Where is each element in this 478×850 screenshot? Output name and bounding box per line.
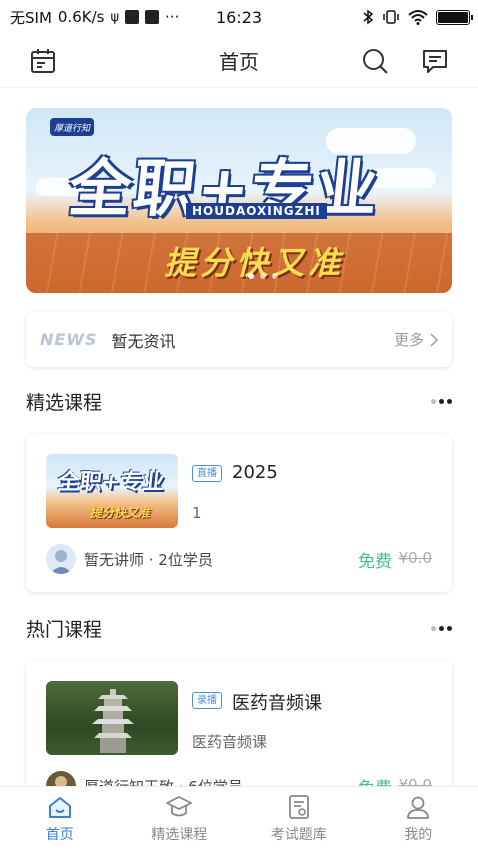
more-dots-icon[interactable] bbox=[431, 626, 452, 631]
page-title: 首页 bbox=[219, 50, 259, 74]
course-thumbnail: 全职+专业 提分快又准 bbox=[46, 454, 178, 528]
notification-icon bbox=[125, 10, 140, 24]
exam-icon bbox=[288, 794, 309, 819]
more-dots-icon[interactable] bbox=[431, 399, 452, 404]
news-more-link[interactable]: 更多 bbox=[394, 329, 438, 350]
thumb-headline: 全职+专业 bbox=[56, 470, 166, 495]
usb-icon: ψ bbox=[110, 9, 120, 25]
news-bar[interactable]: NEWS 暂无资讯 更多 bbox=[26, 312, 452, 367]
hot-section-title: 热门课程 bbox=[26, 619, 103, 641]
promo-banner[interactable]: 厚道行知 全职+专业 HOUDAOXINGZHI 提分快又准 bbox=[26, 108, 452, 293]
app-header: 首页 bbox=[0, 34, 478, 88]
tab-label: 精选课程 bbox=[151, 826, 208, 843]
news-text: 暂无资讯 bbox=[111, 331, 176, 351]
news-tag: NEWS bbox=[40, 330, 98, 349]
tab-label: 首页 bbox=[45, 826, 74, 843]
bottom-tab-bar: 首页 精选课程 考试题库 我的 bbox=[0, 786, 478, 850]
more-notifications: ··· bbox=[165, 8, 180, 26]
tab-home[interactable]: 首页 bbox=[0, 787, 120, 850]
teacher-avatar bbox=[46, 544, 76, 574]
course-description: 医药音频课 bbox=[192, 733, 268, 751]
course-thumbnail bbox=[46, 681, 178, 755]
network-speed: 0.6K/s bbox=[57, 8, 105, 26]
featured-section-title: 精选课程 bbox=[26, 392, 103, 414]
tab-profile[interactable]: 我的 bbox=[359, 787, 478, 850]
carrier-label: 无SIM bbox=[10, 8, 52, 27]
news-more-label: 更多 bbox=[393, 331, 424, 349]
featured-course-card[interactable]: 全职+专业 提分快又准 直播 2025 1 暂无讲师 · 2位学员 免费 ¥0.… bbox=[26, 434, 452, 592]
tab-label: 考试题库 bbox=[270, 826, 327, 843]
wifi-icon bbox=[408, 10, 428, 25]
chevron-right-icon bbox=[430, 332, 438, 347]
banner-logo: 厚道行知 bbox=[50, 118, 94, 136]
search-icon[interactable] bbox=[360, 46, 390, 76]
carousel-dot[interactable] bbox=[272, 273, 278, 279]
clock: 16:23 bbox=[215, 7, 263, 27]
carousel-dot[interactable] bbox=[260, 273, 266, 279]
course-title: 2025 bbox=[232, 462, 278, 483]
vibrate-icon bbox=[383, 10, 399, 24]
status-bar: 无SIM 0.6K/s ψ ··· 16:23 bbox=[0, 0, 478, 34]
pagoda-image bbox=[92, 689, 134, 753]
calendar-icon[interactable] bbox=[28, 46, 58, 76]
thumb-slogan: 提分快又准 bbox=[90, 506, 151, 520]
home-icon bbox=[48, 796, 71, 818]
hot-section-header: 热门课程 bbox=[26, 615, 452, 642]
featured-section-header: 精选课程 bbox=[26, 388, 452, 415]
message-icon[interactable] bbox=[420, 46, 450, 76]
graduation-cap-icon bbox=[166, 795, 193, 816]
mail-icon bbox=[145, 10, 160, 24]
course-meta: 暂无讲师 · 2位学员 bbox=[84, 551, 213, 569]
banner-pinyin: HOUDAOXINGZHI bbox=[186, 203, 327, 219]
course-price: 免费 bbox=[358, 552, 392, 572]
live-badge: 直播 bbox=[192, 465, 222, 482]
bluetooth-icon bbox=[363, 9, 374, 25]
carousel-dot[interactable] bbox=[248, 273, 254, 279]
tab-featured-courses[interactable]: 精选课程 bbox=[120, 787, 240, 850]
battery-icon bbox=[436, 9, 473, 25]
user-icon bbox=[407, 796, 430, 819]
recorded-badge: 录播 bbox=[192, 692, 222, 709]
tab-exam-bank[interactable]: 考试题库 bbox=[239, 787, 359, 850]
course-original-price: ¥0.0 bbox=[398, 549, 432, 567]
carousel-dots[interactable] bbox=[248, 273, 278, 279]
course-title: 医药音频课 bbox=[232, 693, 322, 714]
course-description: 1 bbox=[192, 504, 202, 522]
tab-label: 我的 bbox=[404, 826, 433, 843]
